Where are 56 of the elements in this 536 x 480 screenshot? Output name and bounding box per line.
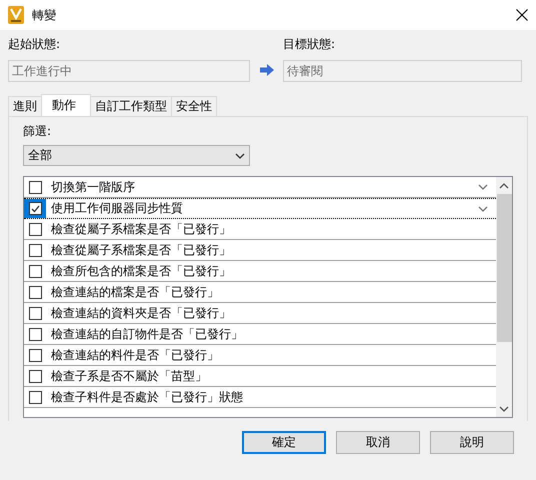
scroll-down-icon	[499, 406, 509, 412]
filter-dropdown[interactable]: 全部	[23, 145, 250, 166]
chevron-down-icon	[478, 206, 488, 212]
dialog-button[interactable]: 確定	[242, 431, 326, 454]
dialog-button[interactable]: 取消	[336, 431, 420, 454]
arrow-right-icon	[260, 64, 274, 76]
action-label: 檢查子系是否不屬於「苗型」	[50, 368, 208, 384]
action-label: 檢查連結的料件是否「已發行」	[50, 346, 220, 364]
scrollbar[interactable]	[496, 177, 512, 417]
action-row[interactable]: 檢查所包含的檔案是否「已發行」	[24, 261, 496, 282]
action-row[interactable]: 檢查從屬子系檔案是否「已發行」	[24, 240, 496, 261]
chevron-down-icon	[235, 152, 245, 158]
close-icon[interactable]	[516, 9, 528, 21]
tab[interactable]: 安全性	[171, 96, 217, 116]
checkbox[interactable]	[28, 370, 42, 382]
checkbox[interactable]	[28, 264, 42, 278]
action-label: 檢查所包含的檔案是否「已發行」	[50, 262, 232, 280]
checkbox[interactable]	[28, 328, 42, 340]
action-row[interactable]: 檢查子料件是否處於「已發行」狀態	[24, 387, 496, 408]
action-row[interactable]: 切換第一階版序	[24, 177, 496, 198]
checkbox[interactable]	[28, 390, 42, 404]
tab[interactable]: 動作	[41, 94, 91, 116]
window-title: 轉變	[32, 6, 57, 24]
action-label: 檢查連結的自訂物件是否「已發行」	[50, 326, 244, 342]
from-state-field: 工作進行中	[8, 60, 250, 82]
action-label: 檢查連結的資料夾是否「已發行」	[50, 304, 232, 322]
filter-label: 篩選:	[23, 123, 52, 140]
action-row[interactable]: 檢查子系是否不屬於「苗型」	[24, 366, 496, 387]
action-label: 檢查子料件是否處於「已發行」狀態	[50, 388, 244, 406]
dialog-button[interactable]: 說明	[430, 431, 514, 454]
scrollbar-thumb[interactable]	[496, 194, 512, 342]
tab[interactable]: 進則	[8, 96, 42, 116]
checkbox[interactable]	[28, 244, 42, 256]
action-label: 檢查從屬子系檔案是否「已發行」	[50, 242, 232, 258]
action-row[interactable]: 檢查連結的資料夾是否「已發行」	[24, 303, 496, 324]
from-state-label: 起始狀態:	[8, 36, 62, 53]
action-label: 檢查從屬子系檔案是否「已發行」	[50, 220, 232, 238]
checkbox[interactable]	[28, 348, 42, 362]
to-state-label: 目標狀態:	[283, 36, 336, 53]
action-row[interactable]: 使用工作伺服器同步性質	[24, 198, 496, 219]
checkbox[interactable]	[28, 222, 42, 236]
app-logo-icon	[8, 6, 24, 24]
action-label: 檢查連結的檔案是否「已發行」	[50, 284, 220, 300]
action-row[interactable]: 檢查連結的自訂物件是否「已發行」	[24, 324, 496, 345]
checkbox[interactable]	[28, 180, 42, 194]
to-state-field: 待審閱	[283, 60, 522, 82]
action-row[interactable]: 檢查連結的料件是否「已發行」	[24, 345, 496, 366]
checkbox[interactable]	[28, 202, 42, 215]
scroll-up-icon	[499, 182, 509, 188]
chevron-down-icon	[478, 184, 488, 190]
checkbox[interactable]	[28, 286, 42, 298]
action-row[interactable]: 檢查連結的檔案是否「已發行」	[24, 282, 496, 303]
action-label: 使用工作伺服器同步性質	[50, 200, 184, 217]
checkbox[interactable]	[28, 306, 42, 320]
action-label: 切換第一階版序	[50, 178, 136, 196]
action-row[interactable]: 檢查從屬子系檔案是否「已發行」	[24, 219, 496, 240]
